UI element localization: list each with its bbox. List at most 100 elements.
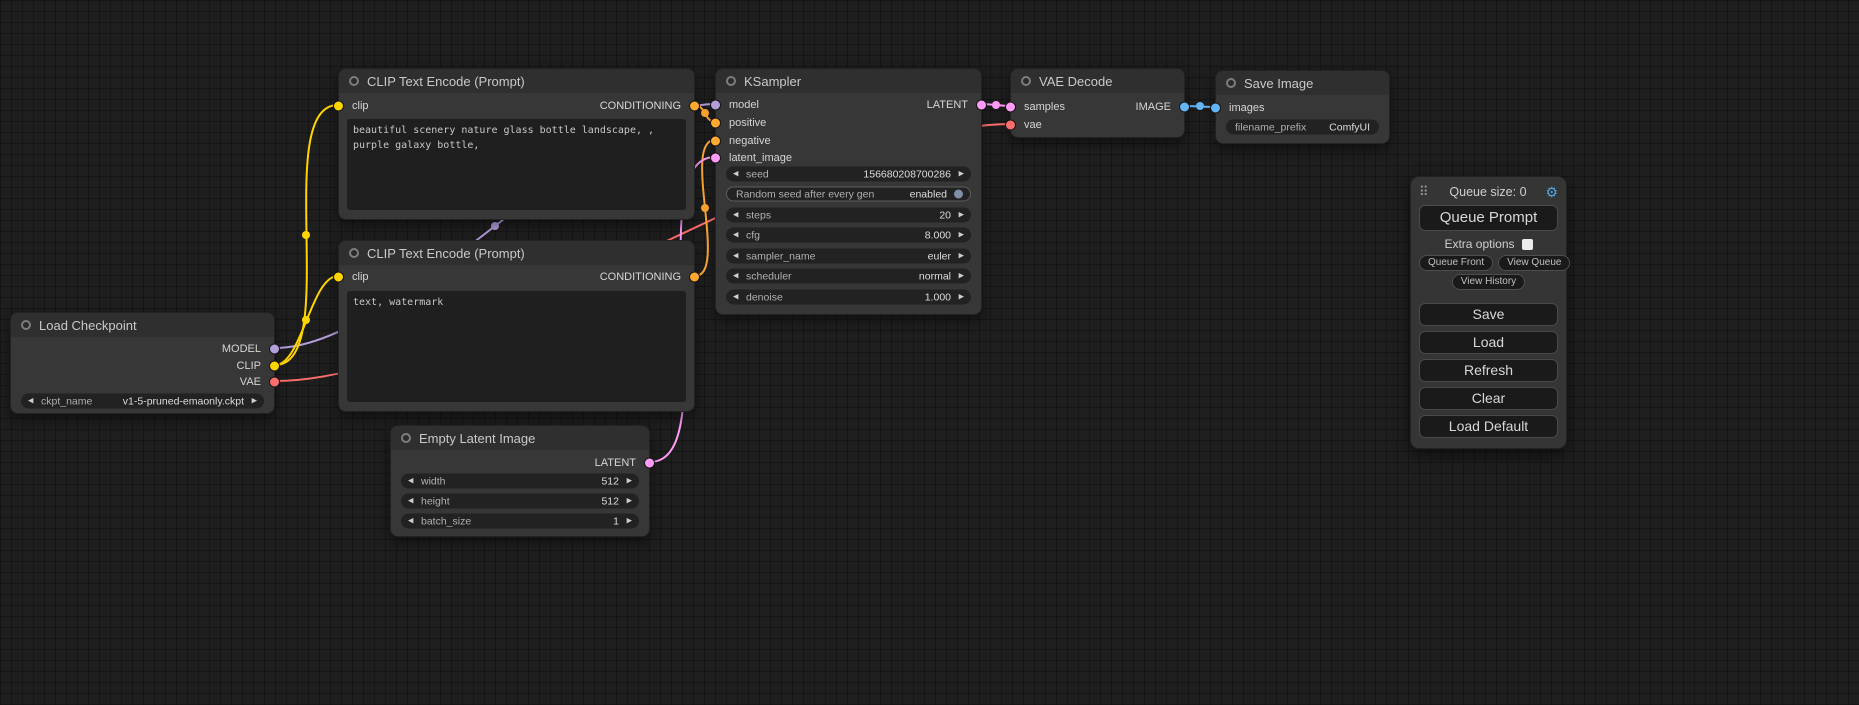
node-save-image[interactable]: Save Image images filename_prefix ComfyU… <box>1215 70 1390 144</box>
decrement-arrow-icon[interactable]: ◀ <box>408 498 419 505</box>
node-vae-decode[interactable]: VAE Decode samples vae IMAGE <box>1010 68 1185 138</box>
input-dot-negative[interactable] <box>711 137 720 146</box>
widget-cfg[interactable]: ◀ cfg 8.000 ▶ <box>726 228 971 243</box>
node-title-bar[interactable]: Empty Latent Image <box>391 426 649 450</box>
output-dot-conditioning[interactable] <box>690 273 699 282</box>
slot-label: latent_image <box>729 152 792 164</box>
widget-random-seed[interactable]: Random seed after every gen enabled <box>726 187 971 202</box>
input-slot-clip: clip <box>339 270 369 284</box>
collapse-dot-icon[interactable] <box>1226 78 1236 88</box>
prev-value-arrow-icon[interactable]: ◀ <box>733 253 744 260</box>
decrement-arrow-icon[interactable]: ◀ <box>733 232 744 239</box>
slot-label: negative <box>729 135 771 147</box>
increment-arrow-icon[interactable]: ▶ <box>621 498 632 505</box>
node-title: KSampler <box>744 74 801 89</box>
input-dot-positive[interactable] <box>711 119 720 128</box>
collapse-dot-icon[interactable] <box>1021 76 1031 86</box>
extra-options-row: Extra options <box>1419 237 1558 251</box>
extra-options-checkbox[interactable] <box>1522 239 1533 250</box>
next-value-arrow-icon[interactable]: ▶ <box>953 253 964 260</box>
input-slot-samples: samples <box>1011 100 1065 114</box>
node-title-bar[interactable]: Save Image <box>1216 71 1389 95</box>
prompt-textarea[interactable]: beautiful scenery nature glass bottle la… <box>347 119 686 210</box>
input-dot-clip[interactable] <box>334 102 343 111</box>
widget-height[interactable]: ◀ height 512 ▶ <box>401 494 639 509</box>
widget-batch-size[interactable]: ◀ batch_size 1 ▶ <box>401 514 639 529</box>
next-value-arrow-icon[interactable]: ▶ <box>953 273 964 280</box>
queue-front-button[interactable]: Queue Front <box>1419 255 1493 271</box>
settings-gear-icon[interactable]: ⚙ <box>1545 184 1558 201</box>
widget-label: steps <box>746 209 771 221</box>
input-dot-model[interactable] <box>711 101 720 110</box>
load-button[interactable]: Load <box>1419 331 1558 354</box>
widget-ckpt-name[interactable]: ◀ ckpt_name v1-5-pruned-emaonly.ckpt ▶ <box>21 394 264 409</box>
drag-handle-icon[interactable]: ⠿ <box>1419 184 1429 200</box>
output-dot-latent[interactable] <box>645 459 654 468</box>
view-queue-button[interactable]: View Queue <box>1498 255 1570 271</box>
output-dot-latent[interactable] <box>977 101 986 110</box>
node-title-bar[interactable]: Load Checkpoint <box>11 313 274 337</box>
node-clip-text-encode-positive[interactable]: CLIP Text Encode (Prompt) clip CONDITION… <box>338 68 695 220</box>
input-dot-latent-image[interactable] <box>711 154 720 163</box>
slot-label: CONDITIONING <box>600 271 681 283</box>
node-ksampler[interactable]: KSampler model positive negative latent_… <box>715 68 982 315</box>
toggle-indicator-icon[interactable] <box>954 190 963 199</box>
decrement-arrow-icon[interactable]: ◀ <box>408 478 419 485</box>
decrement-arrow-icon[interactable]: ◀ <box>733 212 744 219</box>
decrement-arrow-icon[interactable]: ◀ <box>408 518 419 525</box>
view-history-button[interactable]: View History <box>1452 274 1525 290</box>
queue-prompt-button[interactable]: Queue Prompt <box>1419 205 1558 231</box>
decrement-arrow-icon[interactable]: ◀ <box>733 294 744 301</box>
collapse-dot-icon[interactable] <box>349 248 359 258</box>
widget-label: Random seed after every gen <box>736 188 874 200</box>
load-default-button[interactable]: Load Default <box>1419 415 1558 438</box>
input-dot-clip[interactable] <box>334 273 343 282</box>
output-dot-vae[interactable] <box>270 378 279 387</box>
refresh-button[interactable]: Refresh <box>1419 359 1558 382</box>
node-empty-latent-image[interactable]: Empty Latent Image LATENT ◀ width 512 ▶ … <box>390 425 650 537</box>
increment-arrow-icon[interactable]: ▶ <box>621 518 632 525</box>
input-dot-samples[interactable] <box>1006 103 1015 112</box>
increment-arrow-icon[interactable]: ▶ <box>953 171 964 178</box>
input-dot-vae[interactable] <box>1006 121 1015 130</box>
widget-steps[interactable]: ◀ steps 20 ▶ <box>726 208 971 223</box>
widget-value: euler <box>928 250 951 262</box>
collapse-dot-icon[interactable] <box>21 320 31 330</box>
node-title-bar[interactable]: CLIP Text Encode (Prompt) <box>339 241 694 265</box>
output-dot-image[interactable] <box>1180 103 1189 112</box>
widget-filename-prefix[interactable]: filename_prefix ComfyUI <box>1226 120 1379 135</box>
collapse-dot-icon[interactable] <box>726 76 736 86</box>
widget-seed[interactable]: ◀ seed 156680208700286 ▶ <box>726 167 971 182</box>
increment-arrow-icon[interactable]: ▶ <box>953 212 964 219</box>
queue-menu-panel: ⠿ Queue size: 0 ⚙ Queue Prompt Extra opt… <box>1410 176 1567 449</box>
node-title-bar[interactable]: VAE Decode <box>1011 69 1184 93</box>
widget-denoise[interactable]: ◀ denoise 1.000 ▶ <box>726 290 971 305</box>
next-value-arrow-icon[interactable]: ▶ <box>246 398 257 405</box>
increment-arrow-icon[interactable]: ▶ <box>953 232 964 239</box>
collapse-dot-icon[interactable] <box>349 76 359 86</box>
node-load-checkpoint[interactable]: Load Checkpoint MODEL CLIP VAE ◀ ckpt_na… <box>10 312 275 414</box>
slot-label: samples <box>1024 101 1065 113</box>
widget-label: denoise <box>746 291 783 303</box>
increment-arrow-icon[interactable]: ▶ <box>621 478 632 485</box>
widget-sampler-name[interactable]: ◀ sampler_name euler ▶ <box>726 249 971 264</box>
output-dot-model[interactable] <box>270 345 279 354</box>
save-button[interactable]: Save <box>1419 303 1558 326</box>
prev-value-arrow-icon[interactable]: ◀ <box>733 273 744 280</box>
output-dot-clip[interactable] <box>270 362 279 371</box>
prev-value-arrow-icon[interactable]: ◀ <box>28 398 39 405</box>
prompt-textarea[interactable]: text, watermark <box>347 291 686 402</box>
node-clip-text-encode-negative[interactable]: CLIP Text Encode (Prompt) clip CONDITION… <box>338 240 695 412</box>
node-title-bar[interactable]: KSampler <box>716 69 981 93</box>
widget-width[interactable]: ◀ width 512 ▶ <box>401 474 639 489</box>
widget-value: 8.000 <box>925 229 951 241</box>
output-dot-conditioning[interactable] <box>690 102 699 111</box>
widget-scheduler[interactable]: ◀ scheduler normal ▶ <box>726 269 971 284</box>
clear-button[interactable]: Clear <box>1419 387 1558 410</box>
input-dot-images[interactable] <box>1211 104 1220 113</box>
decrement-arrow-icon[interactable]: ◀ <box>733 171 744 178</box>
node-title-bar[interactable]: CLIP Text Encode (Prompt) <box>339 69 694 93</box>
widget-label: sampler_name <box>746 250 815 262</box>
increment-arrow-icon[interactable]: ▶ <box>953 294 964 301</box>
collapse-dot-icon[interactable] <box>401 433 411 443</box>
